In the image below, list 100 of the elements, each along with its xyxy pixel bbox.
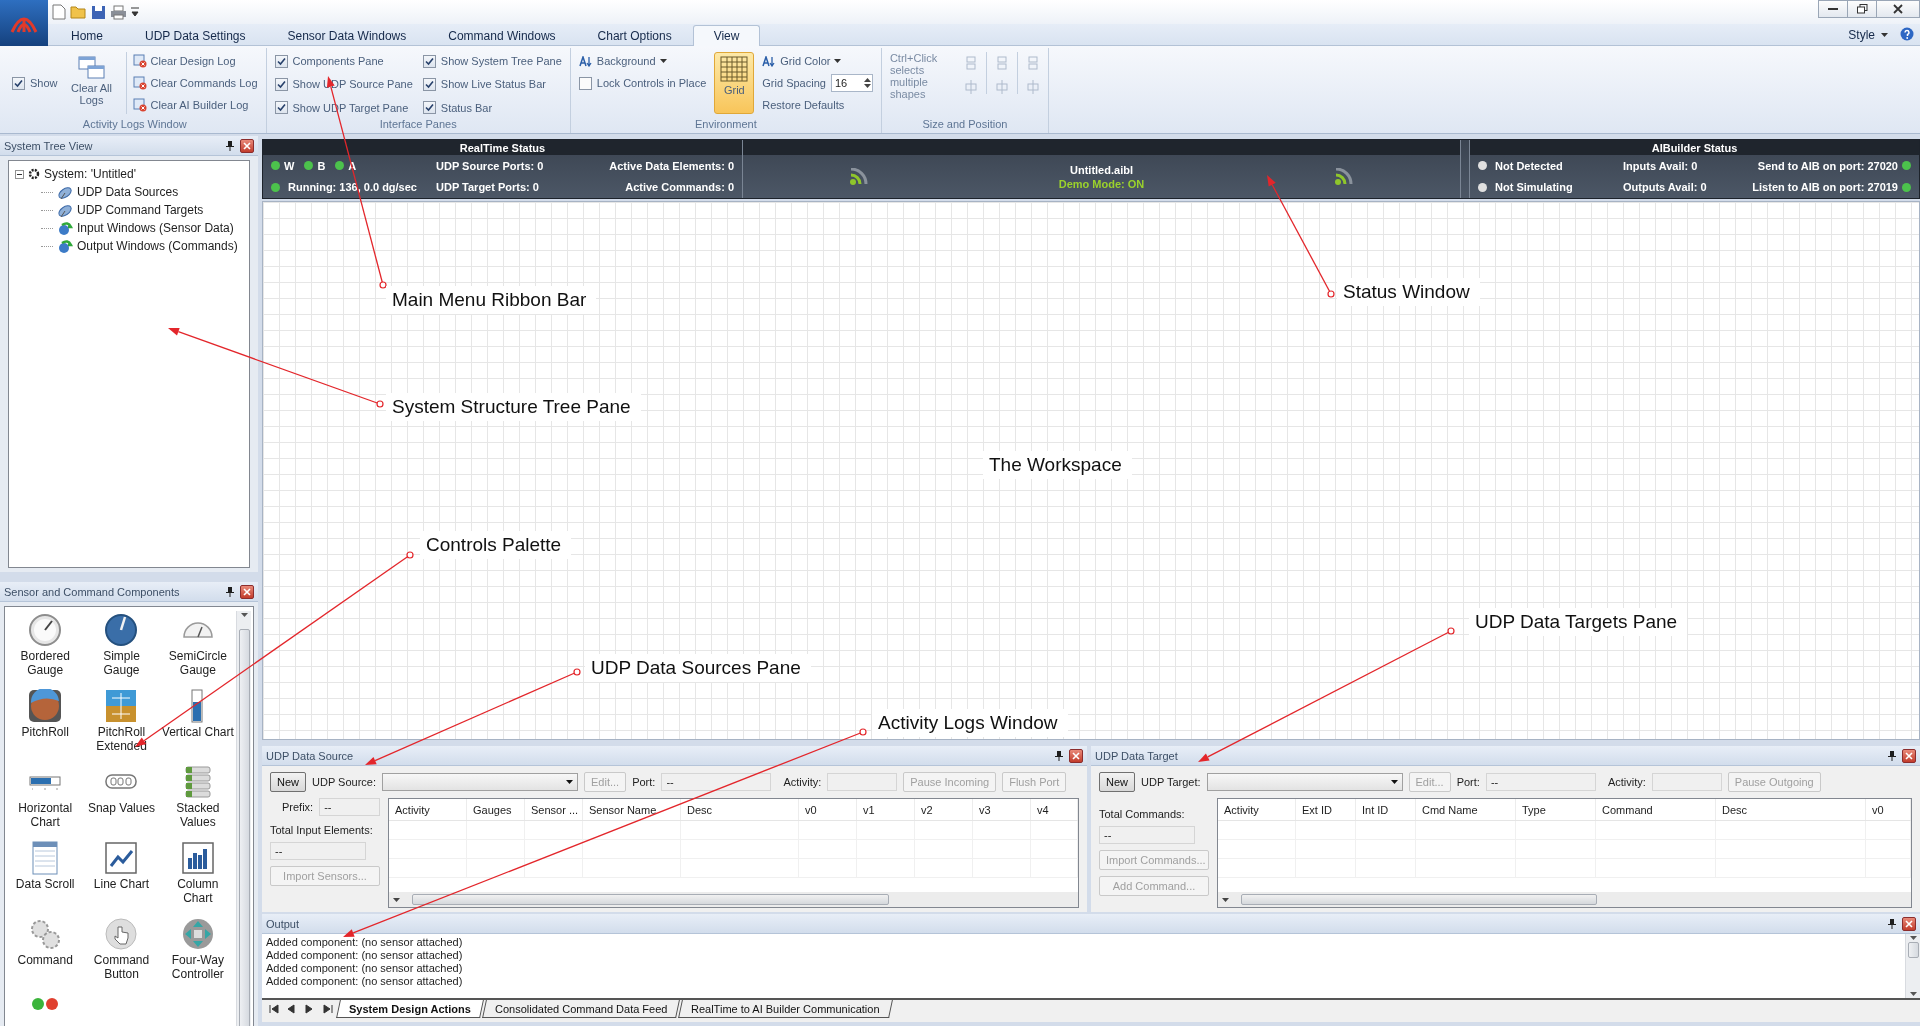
log-tab[interactable]: Consolidated Command Data Feed [481,1000,681,1018]
pin-icon[interactable] [1888,918,1896,929]
close-button[interactable] [1902,748,1916,763]
ribbon-tab[interactable]: Chart Options [576,25,693,46]
tree-item[interactable]: Input Windows (Sensor Data) [77,221,234,235]
folder-icon[interactable] [70,5,87,19]
palette-item[interactable]: Snap Values [83,763,160,839]
horizontal-scrollbar[interactable] [1218,892,1911,907]
close-button[interactable] [240,584,254,599]
port-field[interactable]: -- [661,773,772,791]
grid-button[interactable]: Grid [714,52,755,114]
checkbox[interactable] [12,76,25,90]
checkbox[interactable] [274,101,288,115]
palette-item[interactable]: PitchRoll Extended [83,687,160,763]
column-header[interactable]: v0 [799,799,857,820]
checkbox[interactable] [422,77,436,91]
printer-icon[interactable] [110,4,127,20]
pin-icon[interactable] [226,586,234,597]
ribbon-tab[interactable]: Sensor Data Windows [266,25,428,46]
palette-item[interactable]: Column Chart [159,839,236,915]
column-header[interactable]: Type [1516,799,1596,820]
column-header[interactable]: Sensor ... [525,799,583,820]
vertical-scrollbar[interactable] [236,611,251,1026]
tree-item[interactable]: System: 'Untitled' [44,167,136,181]
palette-item[interactable]: Stacked Values [159,763,236,839]
status-text: UDP Target Ports: 0 [436,181,540,194]
ribbon-tab[interactable]: View [692,25,761,46]
column-header[interactable]: v3 [973,799,1031,820]
palette-item[interactable]: Four-Way Controller [159,915,236,991]
palette-item[interactable]: Command [7,915,84,991]
dish-icon [57,202,73,218]
column-header[interactable]: v2 [915,799,973,820]
ribbon-tab[interactable]: Home [50,25,124,46]
palette-item[interactable]: Simple Gauge [83,611,160,687]
palette-item[interactable]: Command Button [83,915,160,991]
ribbon-tab[interactable]: UDP Data Settings [124,25,267,46]
save-icon[interactable] [91,4,106,20]
tree-item[interactable]: Output Windows (Commands) [77,239,238,253]
tree-item[interactable]: UDP Data Sources [77,185,179,199]
pin-icon[interactable] [226,140,234,151]
close-button[interactable] [1069,748,1083,763]
expander[interactable] [15,169,24,179]
minimize-button[interactable] [1818,0,1848,18]
grid-color-menu[interactable]: Grid Color [762,52,873,70]
style-menu[interactable]: Style [1842,24,1894,45]
clear-log-button[interactable]: Clear Design Log [132,52,258,70]
palette-item[interactable]: Vertical Chart [159,687,236,763]
log-tab[interactable]: RealTime to AI Builder Communication [678,1000,893,1018]
palette-item[interactable]: Bordered Gauge [7,611,84,687]
customize-icon[interactable] [131,7,139,17]
help-icon[interactable] [1900,27,1914,41]
port-field[interactable]: -- [1485,773,1596,791]
background-menu[interactable]: Background [578,52,707,70]
clear-all-logs-button[interactable]: Clear All Logs [65,52,118,110]
palette-item[interactable]: PitchRoll [7,687,84,763]
pin-icon[interactable] [1055,750,1063,761]
column-header[interactable]: Int ID [1356,799,1416,820]
palette-item[interactable]: Data Scroll [7,839,84,915]
activity-field[interactable] [1651,773,1722,791]
close-button[interactable] [1876,0,1920,18]
prefix-field[interactable]: -- [319,798,380,816]
spin-field[interactable]: 16 [830,74,873,92]
column-header[interactable]: v1 [857,799,915,820]
pin-icon[interactable] [1888,750,1896,761]
restore-defaults-button[interactable]: Restore Defaults [762,96,873,114]
column-header[interactable]: v0 [1866,799,1911,820]
column-header[interactable]: Activity [1218,799,1296,820]
log-tab[interactable]: System Design Actions [336,1000,484,1018]
horizontal-scrollbar[interactable] [389,892,1078,907]
checkbox[interactable] [274,77,288,91]
vertical-scrollbar[interactable] [1905,934,1920,998]
checkbox[interactable] [422,54,436,68]
checkbox[interactable] [274,54,288,68]
close-icon [243,587,251,596]
checkbox[interactable] [578,76,592,90]
restore-button[interactable] [1847,0,1877,18]
close-button[interactable] [1902,916,1916,931]
column-header[interactable]: Desc [681,799,799,820]
column-header[interactable]: Sensor Name [583,799,681,820]
column-header[interactable]: Command [1596,799,1716,820]
column-header[interactable]: Cmd Name [1416,799,1516,820]
column-header[interactable]: Ext ID [1296,799,1356,820]
column-header[interactable]: Gauges [467,799,525,820]
new-button[interactable]: New [1099,772,1135,792]
checkbox[interactable] [422,101,436,115]
palette-item[interactable]: Horizontal Chart [7,763,84,839]
spin-arrows-icon[interactable] [862,76,872,90]
new-button[interactable]: New [270,772,306,792]
new-document-icon[interactable] [52,4,66,20]
activity-field[interactable] [827,773,898,791]
close-button[interactable] [240,138,254,153]
column-header[interactable]: v4 [1031,799,1078,820]
palette-item[interactable]: SemiCircle Gauge [159,611,236,687]
ribbon-tab[interactable]: Command Windows [427,25,577,46]
palette-item[interactable]: Line Chart [83,839,160,915]
column-header[interactable]: Desc [1716,799,1866,820]
clear-log-button[interactable]: Clear Commands Log [132,74,258,92]
column-header[interactable]: Activity [389,799,467,820]
tree-item[interactable]: UDP Command Targets [77,203,204,217]
clear-log-button[interactable]: Clear AI Builder Log [132,96,258,114]
